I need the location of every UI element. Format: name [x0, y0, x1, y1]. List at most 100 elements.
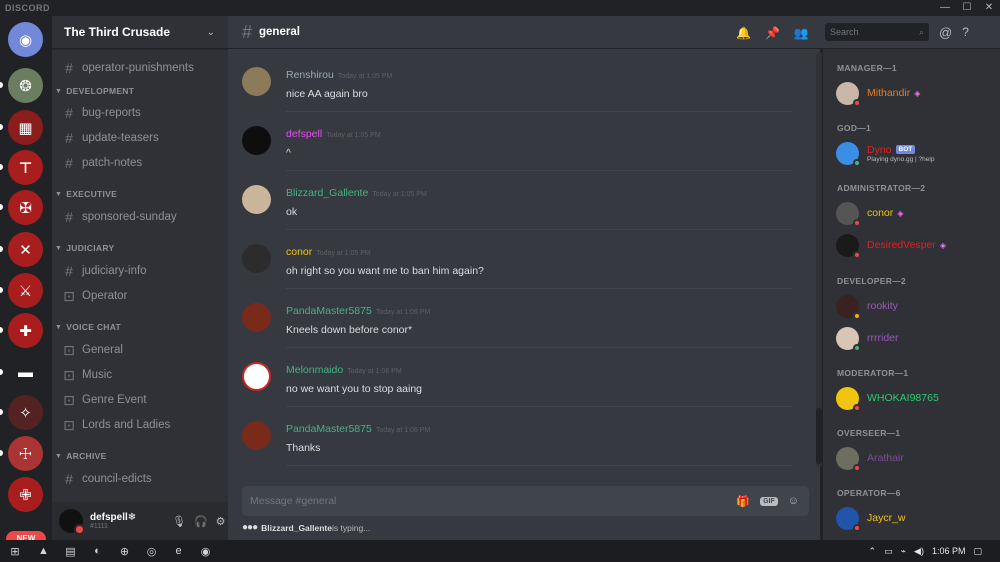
server-icon[interactable]: ✠ — [8, 190, 43, 225]
channel-item[interactable]: ⊡ Music — [60, 364, 220, 386]
message-author[interactable]: PandaMaster5875 Today at 1:06 PM — [286, 423, 430, 435]
microphone-icon[interactable]: 🎙 — [172, 515, 186, 528]
avatar[interactable] — [242, 362, 271, 391]
server-icon[interactable]: ✙ — [8, 477, 43, 512]
taskbar-app-icon[interactable]: ◎ — [138, 545, 165, 558]
search-box[interactable]: ⌕ — [825, 23, 929, 41]
headphones-icon[interactable]: 🎧 — [194, 515, 208, 528]
channel-category[interactable]: ▼ EXECUTIVE — [55, 189, 117, 199]
chevron-down-icon: ▼ — [55, 452, 63, 460]
chevron-down-icon[interactable]: ⌄ — [207, 27, 215, 38]
channel-label: update-teasers — [82, 132, 159, 144]
start-icon[interactable]: ⊞ — [0, 545, 30, 558]
channel-category[interactable]: ▼ DEVELOPMENT — [55, 86, 134, 96]
server-icon[interactable]: ☩ — [8, 436, 43, 471]
server-icon[interactable]: ✧ — [8, 395, 43, 430]
taskbar-app-icon[interactable]: ▤ — [57, 545, 84, 558]
taskbar-app-icon[interactable]: ⊕ — [111, 545, 138, 558]
user-panel: defspell❄ #1111 🎙 🎧 ⚙ — [52, 502, 228, 540]
channel-label: Operator — [82, 290, 128, 302]
role-header: OPERATOR—6 — [837, 488, 901, 498]
message-author[interactable]: PandaMaster5875 Today at 1:06 PM — [286, 305, 430, 317]
channel-item[interactable]: # patch-notes — [60, 152, 220, 174]
member-item[interactable]: rrrrider — [836, 324, 994, 352]
network-icon[interactable]: ⌁ — [901, 546, 906, 557]
server-icon[interactable]: ❂ — [8, 68, 43, 103]
server-icon[interactable]: ▦ — [8, 110, 43, 145]
members-icon[interactable]: 👥 — [794, 26, 809, 40]
avatar[interactable] — [242, 126, 271, 155]
emoji-icon[interactable]: ☺ — [788, 495, 799, 507]
avatar[interactable] — [242, 421, 271, 450]
member-name: Jaycr_w — [867, 512, 906, 524]
channel-item[interactable]: # sponsored-sunday — [60, 206, 220, 228]
channel-item[interactable]: ⊡ Genre Event — [60, 389, 220, 411]
chat-header: # general 🔔 📌 👥 — [228, 16, 820, 49]
help-icon[interactable]: ? — [962, 25, 969, 39]
close-icon[interactable]: ✕ — [978, 0, 1000, 16]
member-item[interactable]: WHOKAI98765 — [836, 384, 994, 412]
channel-item[interactable]: # judiciary-info — [60, 260, 220, 282]
notification-icon[interactable]: ▢ — [973, 546, 982, 557]
channel-item[interactable]: # operator-punishments — [60, 57, 220, 79]
scrollbar[interactable] — [816, 52, 822, 467]
server-icon[interactable]: ◉ — [8, 22, 43, 57]
channel-sidebar: The Third Crusade ⌄ # operator-punishment… — [52, 16, 228, 540]
avatar[interactable] — [242, 303, 271, 332]
scrollbar-thumb[interactable] — [816, 408, 822, 464]
server-icon[interactable]: ⚔ — [8, 273, 43, 308]
taskbar-app-icon[interactable]: ◐ — [84, 545, 111, 558]
channel-item[interactable]: # bug-reports — [60, 102, 220, 124]
avatar[interactable] — [242, 67, 271, 96]
minimize-icon[interactable]: — — [934, 0, 956, 16]
taskbar-app-icon[interactable]: ▲ — [30, 545, 57, 558]
channel-category[interactable]: ▼ VOICE CHAT — [55, 322, 121, 332]
server-icon[interactable]: ✚ — [8, 313, 43, 348]
server-icon[interactable]: ⊤ — [8, 150, 43, 185]
maximize-icon[interactable]: ☐ — [956, 0, 978, 16]
gif-button[interactable]: GIF — [760, 496, 778, 506]
message-input[interactable] — [250, 495, 737, 507]
member-item[interactable]: rookity — [836, 292, 994, 320]
channel-item[interactable]: # council-edicts — [60, 468, 220, 490]
category-label: VOICE CHAT — [66, 322, 122, 332]
message-author[interactable]: Blizzard_Gallente Today at 1:05 PM — [286, 187, 427, 199]
gift-icon[interactable]: 🎁 — [736, 495, 750, 508]
channel-item[interactable]: # update-teasers — [60, 127, 220, 149]
tray-arrow-icon[interactable]: ⌃ — [869, 546, 877, 557]
volume-icon[interactable]: ◀) — [914, 546, 924, 557]
taskbar-app-icon[interactable]: e — [165, 545, 192, 558]
server-icon[interactable]: ✕ — [8, 232, 43, 267]
message-author[interactable]: Melonmaido Today at 1:06 PM — [286, 364, 402, 376]
server-icon[interactable]: ▬ — [8, 355, 43, 390]
channel-category[interactable]: ▼ JUDICIARY — [55, 243, 114, 253]
member-item[interactable]: Dyno BOT Playing dyno.gg | ?help — [836, 139, 994, 167]
message-author[interactable]: defspell Today at 1:05 PM — [286, 128, 381, 140]
member-item[interactable]: DesiredVesper ◈ — [836, 231, 994, 259]
hash-icon: # — [65, 130, 73, 146]
member-item[interactable]: Mithandir ◈ — [836, 79, 994, 107]
clock[interactable]: 1:06 PM — [932, 546, 966, 556]
member-item[interactable]: Arathair — [836, 444, 994, 472]
gear-icon[interactable]: ⚙ — [216, 515, 226, 528]
message-author[interactable]: conor Today at 1:05 PM — [286, 246, 371, 258]
channel-item[interactable]: ⊡ Operator — [60, 285, 220, 307]
guild-header[interactable]: The Third Crusade ⌄ — [52, 16, 228, 49]
taskbar-app-icon[interactable]: ◉ — [192, 545, 219, 558]
member-item[interactable]: Jaycr_w — [836, 504, 994, 532]
channel-category[interactable]: ▼ ARCHIVE — [55, 451, 107, 461]
avatar[interactable] — [242, 185, 271, 214]
pin-icon[interactable]: 📌 — [765, 26, 780, 40]
message-author[interactable]: Renshirou Today at 1:05 PM — [286, 69, 392, 81]
channel-item[interactable]: ⊡ General — [60, 339, 220, 361]
search-input[interactable] — [830, 27, 908, 37]
avatar[interactable] — [242, 244, 271, 273]
member-name: Mithandir ◈ — [867, 87, 921, 99]
member-item[interactable]: conor ◈ — [836, 199, 994, 227]
channel-item[interactable]: ⊡ Lords and Ladies — [60, 414, 220, 436]
avatar[interactable] — [59, 509, 85, 535]
mention-icon[interactable]: @ — [939, 25, 952, 40]
battery-icon[interactable]: ▭ — [884, 546, 893, 557]
hash-icon: # — [65, 60, 73, 76]
bell-icon[interactable]: 🔔 — [736, 26, 751, 40]
